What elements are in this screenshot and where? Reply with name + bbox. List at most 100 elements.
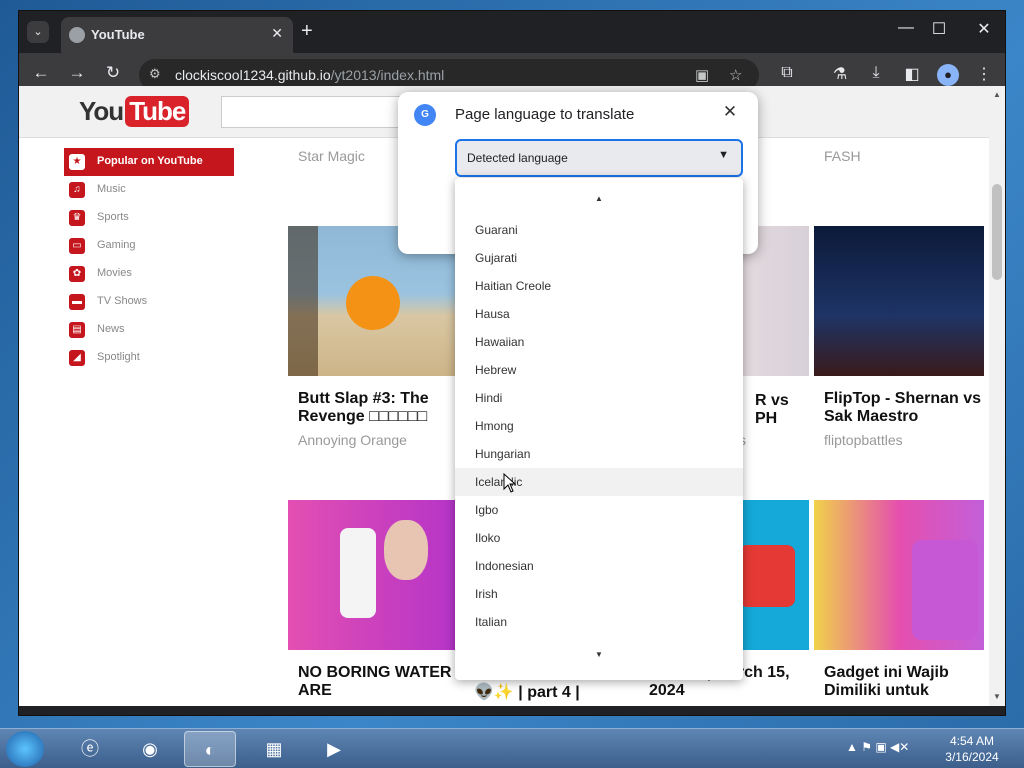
language-option[interactable]: Hausa <box>455 300 743 328</box>
bookmark-star-icon[interactable]: ☆ <box>729 66 742 84</box>
file-explorer-icon[interactable]: ▦ <box>248 731 300 767</box>
water-dispenser-shape <box>340 528 376 618</box>
spotlight-icon: ◢ <box>69 350 85 366</box>
pink-box-shape <box>912 540 978 640</box>
youtube-logo[interactable]: You Tube <box>79 96 190 127</box>
close-icon[interactable]: ✕ <box>720 102 740 122</box>
flag-icon[interactable]: ⚑ <box>861 740 872 754</box>
language-option[interactable]: Hungarian <box>455 440 743 468</box>
trophy-icon: ♛ <box>69 210 85 226</box>
video-title[interactable]: Gadget ini Wajib Dimiliki untuk <box>824 664 991 700</box>
film-reel-icon: ✿ <box>69 266 85 282</box>
page-scrollbar[interactable]: ▲ ▼ <box>989 86 1005 706</box>
language-option[interactable]: Haitian Creole <box>455 272 743 300</box>
video-thumbnail[interactable] <box>814 226 984 376</box>
reload-icon[interactable]: ↻ <box>101 63 125 83</box>
extensions-icon[interactable]: ⧉ <box>776 64 798 82</box>
video-title[interactable]: NO BORING WATER ARE <box>298 664 466 700</box>
language-option[interactable]: Igbo <box>455 496 743 524</box>
tab-search-chevron-icon[interactable]: ⌄ <box>27 21 49 43</box>
scroll-up-arrow-icon[interactable]: ▲ <box>455 194 743 203</box>
download-icon[interactable]: ⤓ <box>865 64 887 82</box>
translate-icon[interactable]: ▣ <box>695 66 709 84</box>
video-thumbnail[interactable] <box>814 500 984 650</box>
language-option[interactable]: Iloko <box>455 524 743 552</box>
sidebar: ★ Popular on YouTube ♫ Music ♛ Sports ▭ Gami… <box>64 148 234 372</box>
language-option[interactable]: Hawaiian <box>455 328 743 356</box>
scroll-thumb[interactable] <box>992 184 1002 280</box>
mouse-cursor-icon <box>503 473 517 493</box>
video-channel[interactable]: Annoying Orange <box>298 432 407 448</box>
site-info-icon[interactable]: ⚙ <box>149 66 165 82</box>
gamepad-icon: ▭ <box>69 238 85 254</box>
sidebar-item-sports[interactable]: ♛ Sports <box>64 204 234 232</box>
sidebar-item-movies[interactable]: ✿ Movies <box>64 260 234 288</box>
volume-muted-icon[interactable]: ◀✕ <box>890 740 909 754</box>
clock-date: 3/16/2024 <box>945 750 999 764</box>
sidebar-item-music[interactable]: ♫ Music <box>64 176 234 204</box>
sidebar-item-label: News <box>97 323 125 335</box>
sidebar-item-news[interactable]: ▤ News <box>64 316 234 344</box>
internet-explorer-icon[interactable]: ⓔ <box>64 731 116 767</box>
search-input[interactable] <box>221 96 421 128</box>
language-option[interactable]: Icelandic <box>455 468 743 496</box>
sidebar-item-popular[interactable]: ★ Popular on YouTube <box>64 148 234 176</box>
start-button[interactable] <box>6 731 44 767</box>
browser-taskbar-icon[interactable]: ◐ <box>184 731 236 767</box>
sidebar-item-label: Gaming <box>97 239 136 251</box>
video-title[interactable]: Butt Slap #3: The Revenge □□□□□□ <box>298 390 466 426</box>
video-channel[interactable]: Star Magic <box>298 148 365 164</box>
sidebar-item-tv-shows[interactable]: ▬ TV Shows <box>64 288 234 316</box>
language-option[interactable]: Irish <box>455 580 743 608</box>
scroll-up-icon[interactable]: ▲ <box>993 90 1001 99</box>
scroll-down-arrow-icon[interactable]: ▼ <box>455 650 743 659</box>
firefox-icon[interactable]: ◉ <box>124 731 176 767</box>
language-option[interactable]: Hmong <box>455 412 743 440</box>
maximize-icon[interactable]: ☐ <box>924 19 954 39</box>
tab-youtube[interactable]: YouTube ✕ <box>61 17 293 53</box>
url-host: clockiscool1234.github.io <box>175 67 331 83</box>
language-option[interactable]: Guarani <box>455 216 743 244</box>
close-window-icon[interactable]: ✕ <box>969 19 999 39</box>
minimize-icon[interactable]: — <box>891 19 921 37</box>
profile-avatar-icon[interactable]: ● <box>937 64 959 86</box>
clock[interactable]: 4:54 AM 3/16/2024 <box>940 733 1004 765</box>
video-title[interactable]: 👽✨ | part 4 | <box>474 684 594 702</box>
back-icon[interactable]: ← <box>29 63 53 83</box>
video-channel[interactable]: fliptopbattles <box>824 432 903 448</box>
letter-u-shape <box>739 545 795 607</box>
network-icon[interactable]: ▣ <box>875 740 886 754</box>
new-tab-button[interactable]: + <box>301 20 313 43</box>
scroll-down-icon[interactable]: ▼ <box>993 692 1001 701</box>
language-option[interactable]: Indonesian <box>455 552 743 580</box>
sidebar-item-label: TV Shows <box>97 295 148 307</box>
tray-expand-icon[interactable]: ▲ <box>846 740 858 754</box>
language-option[interactable]: Hindi <box>455 384 743 412</box>
media-player-icon[interactable]: ▶ <box>308 731 360 767</box>
sidebar-item-gaming[interactable]: ▭ Gaming <box>64 232 234 260</box>
url-text: clockiscool1234.github.io/yt2013/index.h… <box>175 67 444 83</box>
orange-fruit-icon <box>346 276 400 330</box>
lab-flask-icon[interactable]: ⚗ <box>829 64 851 84</box>
language-option[interactable]: Gujarati <box>455 244 743 272</box>
video-title[interactable]: FlipTop - Shernan vs Sak Maestro <box>824 390 991 426</box>
side-panel-icon[interactable]: ◧ <box>901 64 923 84</box>
video-channel[interactable]: FASH <box>824 148 861 164</box>
language-option[interactable]: Hebrew <box>455 356 743 384</box>
sidebar-item-label: Spotlight <box>97 351 140 363</box>
language-option[interactable]: Italian <box>455 608 743 636</box>
google-translate-icon: G <box>414 104 436 126</box>
newspaper-icon: ▤ <box>69 322 85 338</box>
language-dropdown[interactable]: ▲ Guarani Gujarati Haitian Creole Hausa Hawa… <box>455 178 743 680</box>
clock-time: 4:54 AM <box>949 734 995 748</box>
video-thumbnail[interactable] <box>288 500 458 650</box>
video-title[interactable]: R vs PH <box>755 392 815 428</box>
tab-strip: ⌄ YouTube ✕ + — ☐ ✕ <box>19 11 1005 53</box>
logo-you: You <box>79 96 124 126</box>
forward-icon[interactable]: → <box>65 63 89 83</box>
sidebar-item-spotlight[interactable]: ◢ Spotlight <box>64 344 234 372</box>
tab-close-icon[interactable]: ✕ <box>271 25 283 42</box>
language-select[interactable]: Detected language ▼ <box>455 139 743 177</box>
face-shape <box>384 520 428 580</box>
menu-kebab-icon[interactable]: ⋮ <box>973 64 995 84</box>
